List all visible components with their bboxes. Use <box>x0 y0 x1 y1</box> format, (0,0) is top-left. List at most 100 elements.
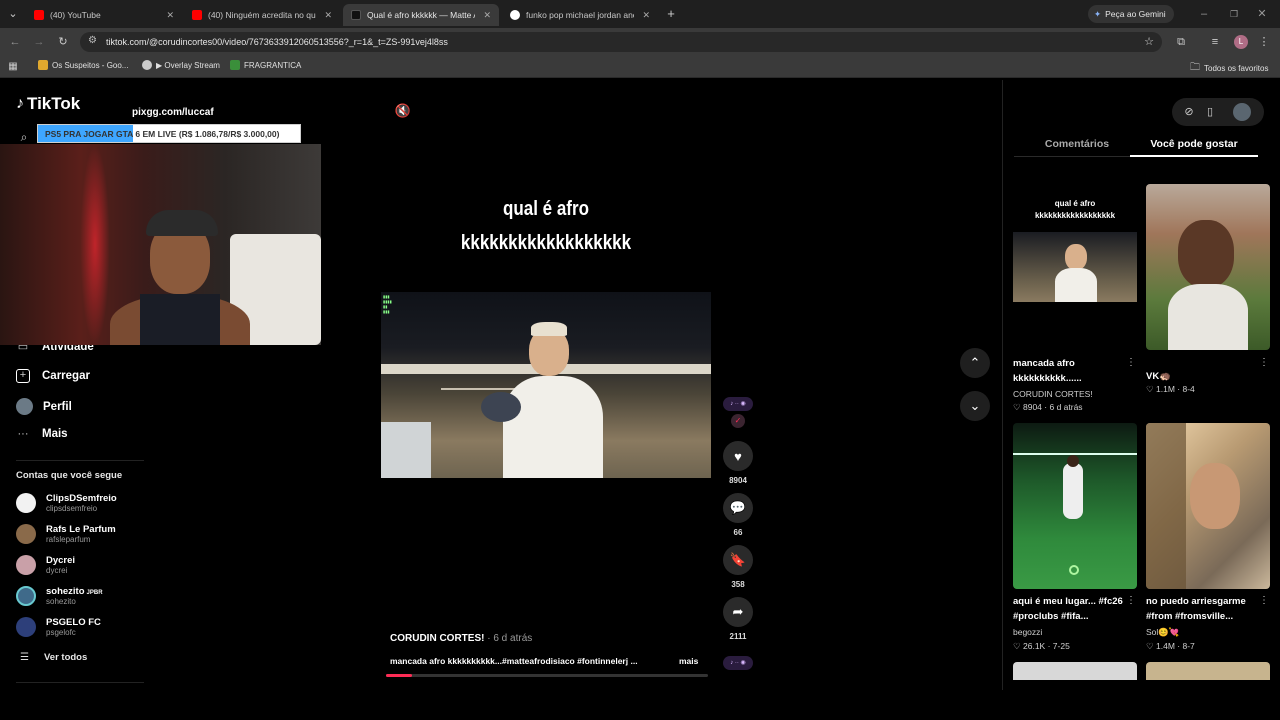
card-more-icon[interactable]: ⋮ <box>1259 356 1269 370</box>
left-object <box>381 422 431 478</box>
prev-video-button[interactable]: ⌃ <box>960 348 990 378</box>
follow-handle: psgelofc <box>46 628 76 637</box>
card-author[interactable]: begozzi <box>1013 627 1042 637</box>
site-info-icon[interactable]: ⚙ <box>88 35 97 46</box>
share-button[interactable]: ➦ <box>723 597 753 627</box>
thumb-face <box>1178 220 1234 288</box>
save-button[interactable]: 🔖 <box>723 545 753 575</box>
card-thumbnail[interactable]: qual é afro kkkkkkkkkkkkkkkkkk <box>1013 184 1137 350</box>
card-thumbnail-partial[interactable] <box>1146 662 1270 680</box>
maximize-icon[interactable]: ❐ <box>1228 7 1240 21</box>
mute-icon[interactable]: 🔇 <box>394 104 412 118</box>
tiktok-logo[interactable]: ♪ TikTok <box>16 94 80 114</box>
bookmark-os-suspeitos[interactable]: Os Suspeitos - Goo... <box>38 60 128 70</box>
all-favorites[interactable]: 🗀 Todos os favoritos <box>1190 60 1268 77</box>
mobile-icon[interactable]: ▯ <box>1203 105 1217 119</box>
card-more-icon[interactable]: ⋮ <box>1126 356 1136 370</box>
close-window-icon[interactable]: ✕ <box>1256 7 1268 21</box>
folder-icon: 🗀 <box>1190 62 1200 73</box>
card-title[interactable]: no puedo arriesgarme #from #fromsville..… <box>1146 594 1264 624</box>
tab-youtube-2[interactable]: (40) Ninguém acredita no que a ✕ <box>184 4 340 26</box>
nav-profile[interactable]: Perfil <box>16 398 72 415</box>
following-item[interactable]: sohezito JPBR sohezito <box>16 586 103 606</box>
bookmark-fragrantica[interactable]: FRAGRANTICA <box>230 60 301 70</box>
following-item[interactable]: ClipsDSemfreio clipsdsemfreio <box>16 493 117 513</box>
tab-title: funko pop michael jordan anel <box>526 10 634 20</box>
compass-icon[interactable]: ⊘ <box>1182 105 1196 119</box>
card-thumbnail[interactable] <box>1146 184 1270 350</box>
card-thumbnail[interactable] <box>1013 423 1137 589</box>
tab-comments[interactable]: Comentários <box>1014 138 1140 150</box>
reload-icon[interactable]: ↻ <box>56 35 70 49</box>
card-more-icon[interactable]: ⋮ <box>1126 594 1136 608</box>
close-tab-icon[interactable]: ✕ <box>324 10 332 21</box>
address-bar[interactable]: ⚙ tiktok.com/@corudincortes00/video/7673… <box>80 32 1162 52</box>
card-likes: 1.4M <box>1156 641 1175 651</box>
card-author[interactable]: Sol😊💘 <box>1146 627 1179 638</box>
tab-title: (40) YouTube <box>50 10 101 20</box>
card-thumbnail-partial[interactable] <box>1013 662 1137 680</box>
chair <box>481 392 521 422</box>
following-item[interactable]: PSGELO FC psgelofc <box>16 617 101 637</box>
music-disc[interactable]: ♪ ·· ◉ <box>723 656 753 670</box>
apps-grid-icon[interactable]: ▦ <box>7 60 19 74</box>
man-shirt <box>503 376 603 478</box>
video-frame[interactable]: ▮▮▮ ▮▮▮▮ ▮▮ ▮▮▮ <box>381 292 711 478</box>
list-icon: ☰ <box>20 652 29 663</box>
card-thumbnail[interactable] <box>1146 423 1270 589</box>
card-more-icon[interactable]: ⋮ <box>1259 594 1269 608</box>
card-age: 8-7 <box>1182 641 1195 651</box>
card-title[interactable]: aqui é meu lugar... #fc26 #proclubs #fif… <box>1013 594 1125 624</box>
tab-youtube[interactable]: (40) YouTube ✕ <box>26 4 182 26</box>
menu-kebab-icon[interactable]: ⋮ <box>1258 35 1270 49</box>
next-video-button[interactable]: ⌄ <box>960 391 990 421</box>
close-tab-icon[interactable]: ✕ <box>642 10 650 21</box>
following-item[interactable]: Dycrei dycrei <box>16 555 75 575</box>
comment-count: 66 <box>733 528 743 537</box>
nav-upload[interactable]: + Carregar <box>16 369 90 383</box>
nav-more[interactable]: ··· Mais <box>16 427 68 441</box>
like-button[interactable]: ♥ <box>723 441 753 471</box>
card-title[interactable]: VK🦔 <box>1146 369 1256 384</box>
tab-search-icon[interactable]: ⌄ <box>6 7 20 21</box>
share-icon: ➦ <box>732 604 744 619</box>
door-frame <box>1146 423 1186 589</box>
comment-button[interactable]: 💬 <box>723 493 753 523</box>
thumb-shirt <box>1168 284 1248 350</box>
tab-you-may-like[interactable]: Você pode gostar <box>1130 138 1258 150</box>
new-tab-icon[interactable]: + <box>664 7 678 21</box>
video-author[interactable]: CORUDIN CORTES! <box>390 633 484 644</box>
see-all-button[interactable]: ☰ Ver todos <box>20 652 87 663</box>
more-button[interactable]: mais <box>679 656 698 666</box>
nav-label: Perfil <box>43 400 72 413</box>
follow-check-icon[interactable]: ✓ <box>731 414 745 428</box>
tab-google[interactable]: funko pop michael jordan anel ✕ <box>502 4 658 26</box>
panel-divider <box>1002 80 1003 690</box>
card-author[interactable]: CORUDIN CORTES! <box>1013 389 1093 399</box>
extensions-icon[interactable]: ⧉ <box>1174 35 1188 49</box>
bookmark-star-icon[interactable]: ☆ <box>1144 35 1154 48</box>
video-progress-fill <box>386 674 412 677</box>
minimize-icon[interactable]: – <box>1198 7 1210 21</box>
gemini-button[interactable]: ✦ Peça ao Gemini <box>1088 5 1174 23</box>
bookmark-overlay-stream[interactable]: ▶ Overlay Stream <box>142 60 220 70</box>
following-item[interactable]: Rafs Le Parfum rafsleparfum <box>16 524 116 544</box>
close-tab-icon[interactable]: ✕ <box>166 10 174 21</box>
back-icon[interactable]: ← <box>8 35 22 49</box>
user-avatar[interactable] <box>1233 103 1251 121</box>
forward-icon[interactable]: → <box>32 35 46 49</box>
media-controls-icon[interactable]: ≡ <box>1208 35 1222 49</box>
search-icon[interactable]: ⌕ <box>17 130 31 144</box>
close-tab-icon[interactable]: ✕ <box>483 10 491 21</box>
heart-outline-icon: ♡ <box>1146 641 1154 651</box>
video-progress[interactable] <box>386 674 708 677</box>
tab-tiktok-active[interactable]: Qual é afro kkkkkk — Matte Afr ✕ <box>343 4 499 26</box>
thumb-face <box>1190 463 1240 529</box>
divider <box>16 682 144 683</box>
card-title[interactable]: mancada afro kkkkkkkkkk...... <box>1013 356 1123 386</box>
follow-name: Rafs Le Parfum <box>46 524 116 535</box>
sound-chip[interactable]: ♪ ·· ◉ <box>723 397 753 411</box>
youtube-favicon-icon <box>192 10 202 20</box>
nav-label: Mais <box>42 428 68 440</box>
profile-avatar[interactable]: L <box>1234 35 1248 49</box>
